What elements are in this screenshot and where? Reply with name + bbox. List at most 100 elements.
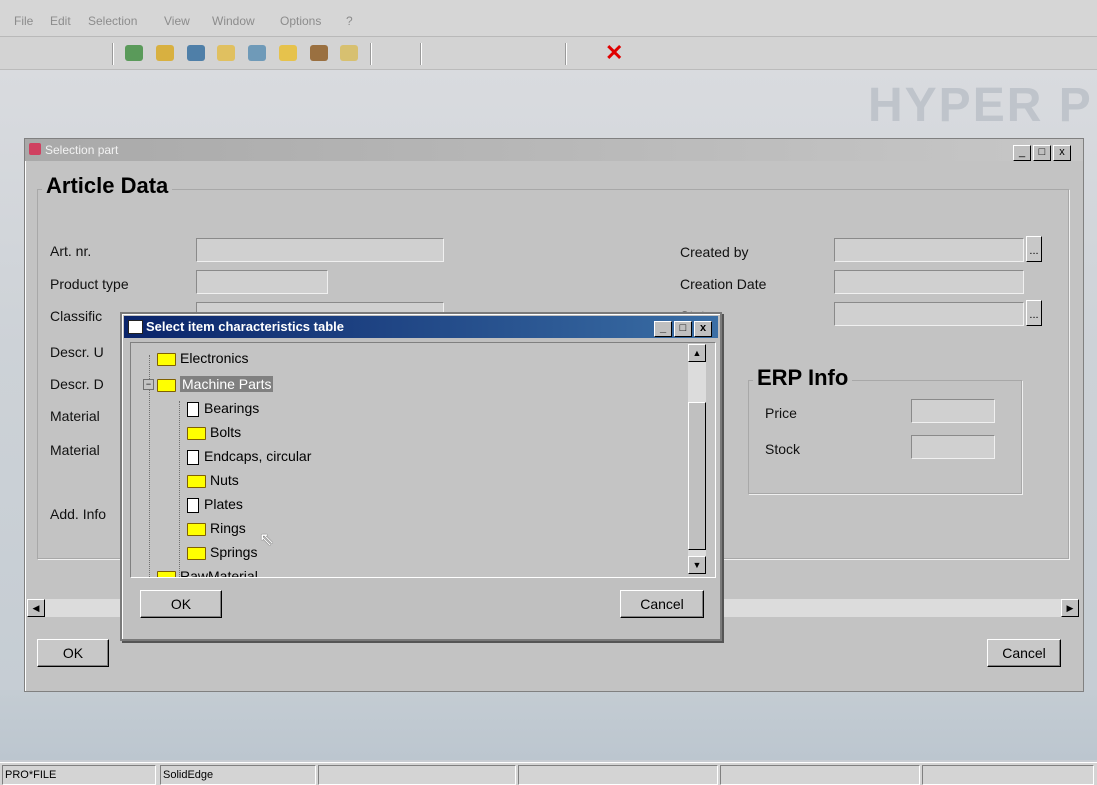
tree-item-label: Bearings <box>204 400 260 416</box>
maximize-button[interactable]: □ <box>1033 145 1051 161</box>
label-created-by: Created by <box>680 244 749 260</box>
open-part-icon[interactable] <box>279 45 297 61</box>
dialog-title: Select item characteristics table <box>146 319 344 334</box>
label-stock: Stock <box>765 441 801 457</box>
dialog-cancel-button[interactable]: Cancel <box>620 590 704 618</box>
paste-part-icon[interactable] <box>217 45 235 61</box>
product-type-field[interactable] <box>196 270 328 294</box>
folder-icon <box>157 378 176 392</box>
new-part-icon[interactable] <box>248 45 266 61</box>
scroll-down-icon[interactable]: ▼ <box>688 556 706 574</box>
document-icon <box>187 401 199 417</box>
delete-part-icon[interactable] <box>340 45 358 61</box>
menu-selection[interactable]: Selection <box>88 14 137 28</box>
label-art-nr: Art. nr. <box>50 243 92 259</box>
tree-item-machine-parts[interactable]: Machine Parts <box>157 373 274 395</box>
stock-field[interactable] <box>911 435 995 459</box>
created-by-field[interactable] <box>834 238 1024 262</box>
pick-icon[interactable] <box>156 45 174 61</box>
tree-item-nuts[interactable]: Nuts <box>187 469 239 491</box>
toolbar-separator <box>420 43 421 65</box>
tree-item-springs[interactable]: Springs <box>187 541 257 563</box>
cancel-button[interactable]: Cancel <box>987 639 1061 667</box>
select-icon[interactable] <box>125 45 143 61</box>
label-material-2: Material <box>50 442 100 458</box>
tree-vertical-scrollbar[interactable]: ▲ ▼ <box>688 344 706 574</box>
toolbar-separator <box>112 43 113 65</box>
status-pane-3 <box>318 765 516 785</box>
label-creation-date: Creation Date <box>680 276 767 292</box>
menu-help[interactable]: ? <box>346 14 353 28</box>
scroll-left-icon[interactable]: ◀ <box>27 599 45 617</box>
tree-item-label: Electronics <box>180 350 249 366</box>
tree-item-bearings[interactable]: Bearings <box>183 397 259 419</box>
dialog-ok-button[interactable]: OK <box>140 590 222 618</box>
window-titlebar[interactable]: Selection part _ □ x <box>25 139 1083 161</box>
menu-file[interactable]: File <box>14 14 33 28</box>
tree-item-bolts[interactable]: Bolts <box>187 421 241 443</box>
tree-item-label: Endcaps, circular <box>204 448 312 464</box>
creation-date-field[interactable] <box>834 270 1024 294</box>
dialog-close-button[interactable]: x <box>694 321 712 337</box>
assembly-icon[interactable] <box>310 45 328 61</box>
price-field[interactable] <box>911 399 995 423</box>
folder-icon <box>187 522 206 536</box>
close-button[interactable]: x <box>1053 145 1071 161</box>
status-field[interactable] <box>834 302 1024 326</box>
label-descr-u: Descr. U <box>50 344 104 360</box>
menu-window[interactable]: Window <box>212 14 255 28</box>
toolbar-separator <box>370 43 371 65</box>
folder-icon <box>157 352 176 366</box>
scroll-up-icon[interactable]: ▲ <box>688 344 706 362</box>
menu-edit[interactable]: Edit <box>50 14 71 28</box>
tree-item-label: Machine Parts <box>180 376 274 392</box>
dialog-minimize-button[interactable]: _ <box>654 321 672 337</box>
close-x-icon[interactable]: ✕ <box>605 42 623 64</box>
tree-item-electronics[interactable]: Electronics <box>157 347 248 369</box>
erp-info-group: ERP Info Price Stock <box>748 365 1022 494</box>
status-pane-4 <box>518 765 718 785</box>
toolbar: ✕ <box>0 37 1097 70</box>
folder-icon <box>157 570 176 577</box>
copy-part-icon[interactable] <box>187 45 205 61</box>
status-pane-app: PRO*FILE <box>2 765 156 785</box>
status-pane-5 <box>720 765 920 785</box>
folder-icon <box>187 426 206 440</box>
art-nr-field[interactable] <box>196 238 444 262</box>
minimize-button[interactable]: _ <box>1013 145 1031 161</box>
tree-item-rawmaterial[interactable]: RawMaterial <box>157 565 258 577</box>
status-bar: PRO*FILE SolidEdge <box>0 762 1097 785</box>
tree-item-plates[interactable]: Plates <box>183 493 243 515</box>
select-table-dialog: Select item characteristics table _ □ x El… <box>120 312 722 641</box>
tree-item-label: Plates <box>204 496 243 512</box>
window-title: Selection part <box>45 143 119 157</box>
dialog-maximize-button[interactable]: □ <box>674 321 692 337</box>
label-classification: Classific <box>50 308 103 324</box>
folder-icon <box>187 546 206 560</box>
collapse-icon[interactable]: − <box>143 379 154 390</box>
label-descr-d: Descr. D <box>50 376 104 392</box>
created-by-browse-button[interactable]: ... <box>1026 236 1042 262</box>
app-icon <box>29 143 41 155</box>
mouse-cursor-icon: ⇖ <box>259 529 275 549</box>
dialog-titlebar[interactable]: Select item characteristics table _ □ x <box>124 316 718 338</box>
tree-item-label: Rings <box>210 520 246 536</box>
erp-info-legend: ERP Info <box>753 365 853 391</box>
label-add-info: Add. Info <box>50 506 107 522</box>
tree-item-rings[interactable]: Rings <box>187 517 246 539</box>
tree-item-label: Nuts <box>210 472 239 488</box>
menu-view[interactable]: View <box>164 14 190 28</box>
menu-options[interactable]: Options <box>280 14 321 28</box>
scroll-thumb[interactable] <box>688 402 706 550</box>
tree-line <box>179 401 181 577</box>
label-product-type: Product type <box>50 276 129 292</box>
scroll-right-icon[interactable]: ▶ <box>1061 599 1079 617</box>
characteristics-tree[interactable]: Electronics − Machine Parts Bearings Bol… <box>130 342 716 578</box>
status-browse-button[interactable]: ... <box>1026 300 1042 326</box>
tree-item-label: Bolts <box>210 424 242 440</box>
document-icon <box>187 497 199 513</box>
label-price: Price <box>765 405 797 421</box>
folder-icon <box>187 474 206 488</box>
ok-button[interactable]: OK <box>37 639 109 667</box>
tree-item-endcaps[interactable]: Endcaps, circular <box>183 445 311 467</box>
